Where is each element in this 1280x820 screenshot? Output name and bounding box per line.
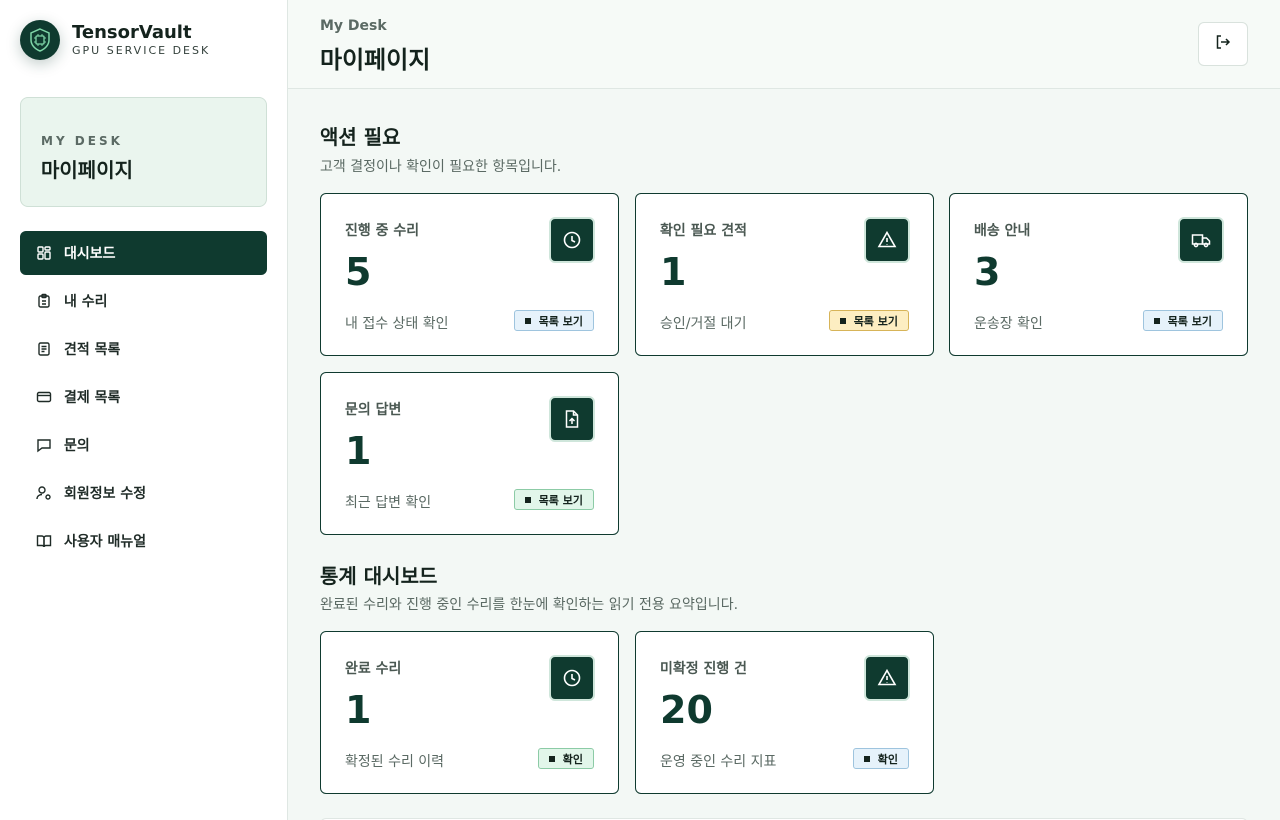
badge-label: 목록 보기 — [538, 314, 583, 328]
profile-kicker: MY DESK — [41, 134, 123, 148]
logout-icon — [1214, 33, 1232, 55]
card-value: 1 — [345, 688, 372, 732]
card-description: 운영 중인 수리 지표 — [660, 754, 777, 770]
sidebar-item-label: 회원정보 수정 — [64, 486, 147, 502]
sidebar-item-label: 대시보드 — [64, 246, 116, 262]
truck-icon[interactable] — [1178, 217, 1224, 263]
card-description: 승인/거절 대기 — [660, 316, 747, 332]
badge-label: 목록 보기 — [538, 493, 583, 507]
card-label: 문의 답변 — [345, 402, 402, 418]
badge-label: 확인 — [877, 752, 898, 766]
header-kicker: My Desk — [320, 18, 387, 34]
sidebar-nav: 대시보드 내 수리 견적 목록 결제 목록 문의 회원정보 수정 사용자 매뉴얼 — [20, 231, 267, 567]
view-list-button[interactable]: 목록 보기 — [513, 489, 594, 510]
card-value: 1 — [345, 429, 372, 473]
view-list-button[interactable]: 목록 보기 — [828, 310, 909, 331]
book-icon — [36, 533, 52, 549]
badge-label: 확인 — [562, 752, 583, 766]
brand-subtitle: GPU SERVICE DESK — [72, 44, 211, 57]
card-description: 확정된 수리 이력 — [345, 754, 445, 770]
clock-icon[interactable] — [549, 217, 595, 263]
sidebar-item-label: 결제 목록 — [64, 390, 121, 406]
card-description: 내 접수 상태 확인 — [345, 316, 449, 332]
profile-card: MY DESK 마이페이지 — [20, 97, 267, 207]
sidebar-item-manual[interactable]: 사용자 매뉴얼 — [20, 519, 267, 563]
user-settings-icon — [36, 485, 52, 501]
card-shipping-info: 배송 안내 3 운송장 확인 목록 보기 — [949, 193, 1248, 356]
card-inquiry-answers: 문의 답변 1 최근 답변 확인 목록 보기 — [320, 372, 619, 535]
brand[interactable]: TensorVault GPU SERVICE DESK — [20, 20, 210, 60]
page-header: My Desk 마이페이지 — [288, 0, 1280, 89]
document-icon — [36, 341, 52, 357]
action-section-title: 액션 필요 — [320, 125, 401, 149]
confirm-button[interactable]: 확인 — [852, 748, 909, 769]
card-description: 운송장 확인 — [974, 316, 1043, 332]
card-quotes-to-confirm: 확인 필요 견적 1 승인/거절 대기 목록 보기 — [635, 193, 934, 356]
logout-button[interactable] — [1198, 22, 1248, 66]
sidebar-item-dashboard[interactable]: 대시보드 — [20, 231, 267, 275]
brand-name: TensorVault — [72, 22, 192, 43]
card-value: 3 — [974, 250, 1001, 294]
card-completed-repairs: 완료 수리 1 확정된 수리 이력 확인 — [320, 631, 619, 794]
confirm-button[interactable]: 확인 — [537, 748, 594, 769]
view-list-button[interactable]: 목록 보기 — [1142, 310, 1223, 331]
card-label: 진행 중 수리 — [345, 223, 420, 239]
card-label: 확인 필요 견적 — [660, 223, 748, 239]
stats-section-title: 통계 대시보드 — [320, 564, 438, 588]
card-in-progress-repairs: 진행 중 수리 5 내 접수 상태 확인 목록 보기 — [320, 193, 619, 356]
sidebar-item-label: 내 수리 — [64, 294, 108, 310]
file-upload-icon[interactable] — [549, 396, 595, 442]
credit-card-icon — [36, 389, 52, 405]
sidebar-item-label: 문의 — [64, 438, 90, 454]
badge-label: 목록 보기 — [853, 314, 898, 328]
sidebar-item-quotes[interactable]: 견적 목록 — [20, 327, 267, 371]
warning-icon[interactable] — [864, 217, 910, 263]
stats-section-description: 완료된 수리와 진행 중인 수리를 한눈에 확인하는 읽기 전용 요약입니다. — [320, 597, 739, 613]
badge-label: 목록 보기 — [1167, 314, 1212, 328]
card-value: 20 — [660, 688, 713, 732]
sidebar: TensorVault GPU SERVICE DESK MY DESK 마이페… — [0, 0, 288, 820]
brand-logo-icon — [20, 20, 60, 60]
sidebar-item-inquiry[interactable]: 문의 — [20, 423, 267, 467]
card-label: 완료 수리 — [345, 661, 402, 677]
card-unconfirmed-in-progress: 미확정 진행 건 20 운영 중인 수리 지표 확인 — [635, 631, 934, 794]
clipboard-icon — [36, 293, 52, 309]
card-label: 배송 안내 — [974, 223, 1031, 239]
sidebar-item-label: 사용자 매뉴얼 — [64, 534, 147, 550]
sidebar-item-my-repairs[interactable]: 내 수리 — [20, 279, 267, 323]
chat-icon — [36, 437, 52, 453]
view-list-button[interactable]: 목록 보기 — [513, 310, 594, 331]
sidebar-item-profile-edit[interactable]: 회원정보 수정 — [20, 471, 267, 515]
page-title: 마이페이지 — [320, 46, 431, 74]
dashboard-icon — [36, 245, 52, 261]
card-value: 5 — [345, 250, 372, 294]
card-label: 미확정 진행 건 — [660, 661, 748, 677]
clock-icon[interactable] — [549, 655, 595, 701]
warning-icon[interactable] — [864, 655, 910, 701]
card-value: 1 — [660, 250, 687, 294]
sidebar-item-label: 견적 목록 — [64, 342, 121, 358]
sidebar-item-payments[interactable]: 결제 목록 — [20, 375, 267, 419]
profile-title: 마이페이지 — [41, 158, 133, 182]
action-section-description: 고객 결정이나 확인이 필요한 항목입니다. — [320, 159, 562, 175]
card-description: 최근 답변 확인 — [345, 495, 432, 511]
